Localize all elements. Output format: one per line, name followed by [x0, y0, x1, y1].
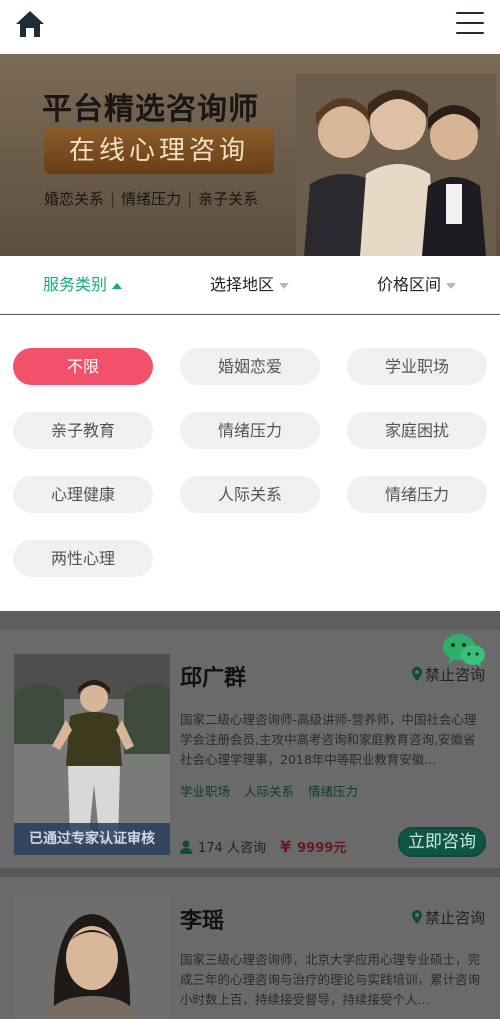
tab-service-category[interactable]: 服务类别: [43, 256, 123, 314]
counselor-photo-image: [14, 896, 170, 1019]
tab-price-range[interactable]: 价格区间: [377, 256, 457, 314]
consult-now-button[interactable]: 立即咨询: [398, 827, 486, 857]
category-chip[interactable]: 人际关系: [180, 476, 320, 513]
banner-tag: 亲子关系: [198, 190, 259, 208]
category-chip[interactable]: 学业职场: [347, 348, 487, 385]
tab-label: 选择地区: [210, 275, 275, 294]
banner-tag: 情绪压力: [121, 190, 182, 208]
hamburger-menu-icon[interactable]: [456, 12, 484, 36]
category-chip[interactable]: 心理健康: [13, 476, 153, 513]
counselor-name: 邱广群: [180, 666, 247, 691]
card-divider: [0, 868, 500, 877]
price-symbol: ¥: [280, 837, 292, 856]
category-chip[interactable]: 情绪压力: [180, 412, 320, 449]
location-pin-icon: [412, 667, 422, 681]
home-icon[interactable]: [14, 9, 46, 39]
tab-label: 价格区间: [377, 275, 442, 294]
caret-down-icon: [446, 282, 457, 289]
location-label: 禁止咨询: [425, 666, 486, 684]
counselor-photo: [14, 896, 170, 1019]
certified-badge: 已通过专家认证审核: [14, 823, 170, 855]
category-chip[interactable]: 家庭困扰: [347, 412, 487, 449]
category-panel: 不限 婚姻恋爱 学业职场 亲子教育 情绪压力 家庭困扰 心理健康 人际关系 情绪…: [0, 315, 500, 611]
counselor-card[interactable]: 已通过专家认证审核 邱广群 禁止咨询 国家二级心理咨询师-高级讲师-营养师，中国…: [0, 630, 500, 868]
caret-up-icon: [112, 282, 123, 289]
tab-region[interactable]: 选择地区: [210, 256, 290, 314]
category-chip[interactable]: 两性心理: [13, 540, 153, 577]
counselor-name: 李瑶: [180, 909, 225, 934]
counselor-tags: 学业职场 人际关系 情绪压力: [180, 781, 372, 800]
counselor-intro: 国家二级心理咨询师-高级讲师-营养师，中国社会心理学会注册会员,主攻中高考咨询和…: [180, 712, 477, 767]
tab-label: 服务类别: [43, 275, 108, 294]
category-chip[interactable]: 情绪压力: [347, 476, 487, 513]
counselor-tag: 学业职场: [180, 784, 231, 799]
banner-subtitle: 在线心理咨询: [44, 128, 274, 174]
filter-bar: 服务类别 选择地区 价格区间: [0, 256, 500, 314]
user-icon: [180, 840, 192, 854]
category-chip[interactable]: 婚姻恋爱: [180, 348, 320, 385]
counselor-tag: 人际关系: [244, 784, 295, 799]
counselor-tag: 情绪压力: [308, 784, 359, 799]
counselors-photo: [296, 74, 496, 256]
banner-tag: 婚恋关系: [44, 190, 105, 208]
counselor-intro: 国家三级心理咨询师，北京大学应用心理专业硕士，完成三年的心理咨询与治疗的理论与实…: [180, 952, 481, 1007]
category-chip[interactable]: 亲子教育: [13, 412, 153, 449]
counselor-card[interactable]: 李瑶 禁止咨询 国家三级心理咨询师，北京大学应用心理专业硕士，完成三年的心理咨询…: [0, 877, 500, 1019]
location-pin-icon: [412, 910, 422, 924]
location-label: 禁止咨询: [425, 909, 486, 927]
consult-count: 174 人咨询: [180, 837, 266, 856]
banner-title: 平台精选咨询师: [42, 92, 259, 127]
wechat-icon[interactable]: [442, 632, 486, 668]
category-chip-all[interactable]: 不限: [13, 348, 153, 385]
top-bar: [0, 0, 500, 54]
counselor-location: 禁止咨询: [412, 907, 485, 928]
counselor-photo: 已通过专家认证审核: [14, 654, 170, 855]
caret-down-icon: [279, 282, 290, 289]
price-value: 9999元: [297, 841, 347, 856]
promo-banner[interactable]: 平台精选咨询师 在线心理咨询 婚恋关系 | 情绪压力 | 亲子关系: [0, 54, 500, 256]
consult-count-label: 174 人咨询: [198, 841, 266, 856]
counselor-price: ¥9999元: [280, 837, 346, 856]
banner-tags: 婚恋关系 | 情绪压力 | 亲子关系: [44, 190, 259, 208]
